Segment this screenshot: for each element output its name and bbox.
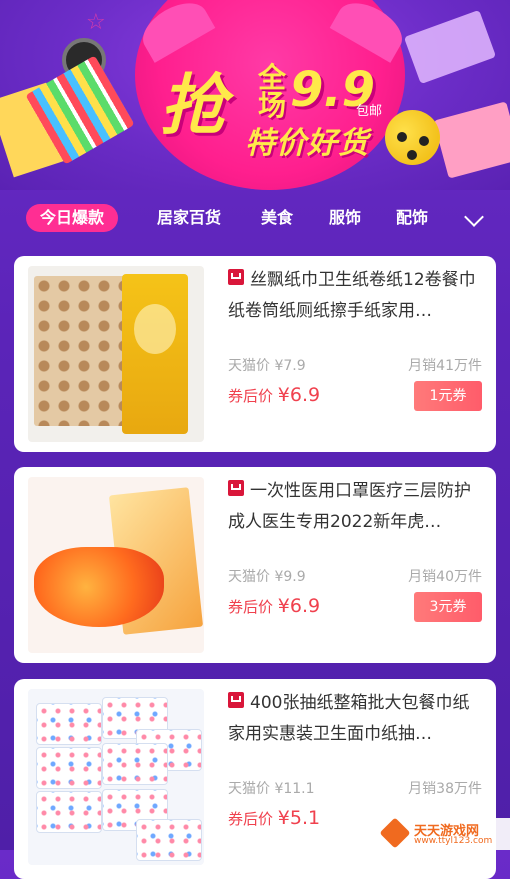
- product-title[interactable]: 一次性医用口罩医疗三层防护成人医生专用2022新年虎…: [228, 476, 486, 538]
- monthly-sales: 月销41万件: [408, 358, 482, 374]
- original-price: 天猫价 ¥9.9: [228, 569, 306, 585]
- banner-grab-text: 抢: [160, 67, 226, 144]
- product-card[interactable]: 丝飘纸巾卫生纸卷纸12卷餐巾纸卷筒纸厕纸擦手纸家用… 天猫价 ¥7.9 月销41…: [14, 256, 496, 452]
- tab-accessories[interactable]: 配饰: [396, 204, 428, 232]
- sticker-image: [403, 9, 497, 85]
- banner-slogan: 特价好货: [245, 126, 369, 161]
- product-image[interactable]: [28, 689, 204, 865]
- promo-banner[interactable]: ☆ 抢 全场 9.9 包邮 特价好货: [0, 0, 510, 190]
- tissue-pack-graphic: [36, 747, 102, 789]
- tab-home-goods[interactable]: 居家百货: [157, 204, 221, 232]
- site-watermark: 天天游戏网 www.ttyl123.com: [378, 817, 510, 850]
- candy-box-image: [433, 101, 510, 179]
- final-price: 券后价 ¥6.9: [228, 384, 320, 406]
- coupon-button[interactable]: 1元券: [414, 381, 482, 411]
- final-price-value: ¥5.1: [277, 807, 321, 829]
- product-image[interactable]: [28, 477, 204, 653]
- final-price: 券后价 ¥5.1: [228, 807, 320, 829]
- product-title[interactable]: 丝飘纸巾卫生纸卷纸12卷餐巾纸卷筒纸厕纸擦手纸家用…: [228, 265, 486, 327]
- final-price-label: 券后价: [228, 810, 278, 828]
- tab-today-hot[interactable]: 今日爆款: [26, 204, 119, 232]
- banner-storewide-text: 全场: [258, 61, 287, 122]
- original-price: 天猫价 ¥11.1: [228, 781, 315, 797]
- final-price-label: 券后价: [228, 387, 278, 405]
- watermark-logo-icon: [379, 817, 411, 849]
- product-title[interactable]: 400张抽纸整箱批大包餐巾纸家用实惠装卫生面巾纸抽…: [228, 688, 486, 750]
- tab-food[interactable]: 美食: [261, 204, 293, 232]
- original-price: 天猫价 ¥7.9: [228, 358, 306, 374]
- watermark-url: www.ttyl123.com: [414, 836, 493, 846]
- category-tabs: 今日爆款 居家百货 美食 服饰 配饰: [0, 192, 510, 242]
- tab-clothing[interactable]: 服饰: [329, 204, 361, 232]
- product-card[interactable]: 一次性医用口罩医疗三层防护成人医生专用2022新年虎… 天猫价 ¥9.9 月销4…: [14, 467, 496, 663]
- product-image[interactable]: [28, 266, 204, 442]
- tissue-pack-graphic: [36, 703, 102, 745]
- coupon-button[interactable]: 3元券: [414, 592, 482, 622]
- final-price: 券后价 ¥6.9: [228, 595, 320, 617]
- tissue-pack-graphic: [36, 791, 102, 833]
- toilet-rolls-graphic: [34, 276, 132, 426]
- final-price-value: ¥6.9: [277, 595, 321, 617]
- tissue-pack-graphic: [102, 743, 168, 785]
- banner-free-shipping: 包邮: [356, 104, 383, 119]
- ladybug-toy-image: [385, 110, 440, 165]
- mask-graphic: [34, 547, 164, 627]
- final-price-label: 券后价: [228, 598, 278, 616]
- tissue-pack-graphic: [136, 819, 202, 861]
- star-icon: ☆: [86, 10, 106, 35]
- monthly-sales: 月销38万件: [408, 781, 482, 797]
- final-price-value: ¥6.9: [277, 384, 321, 406]
- package-graphic: [122, 274, 188, 434]
- monthly-sales: 月销40万件: [408, 569, 482, 585]
